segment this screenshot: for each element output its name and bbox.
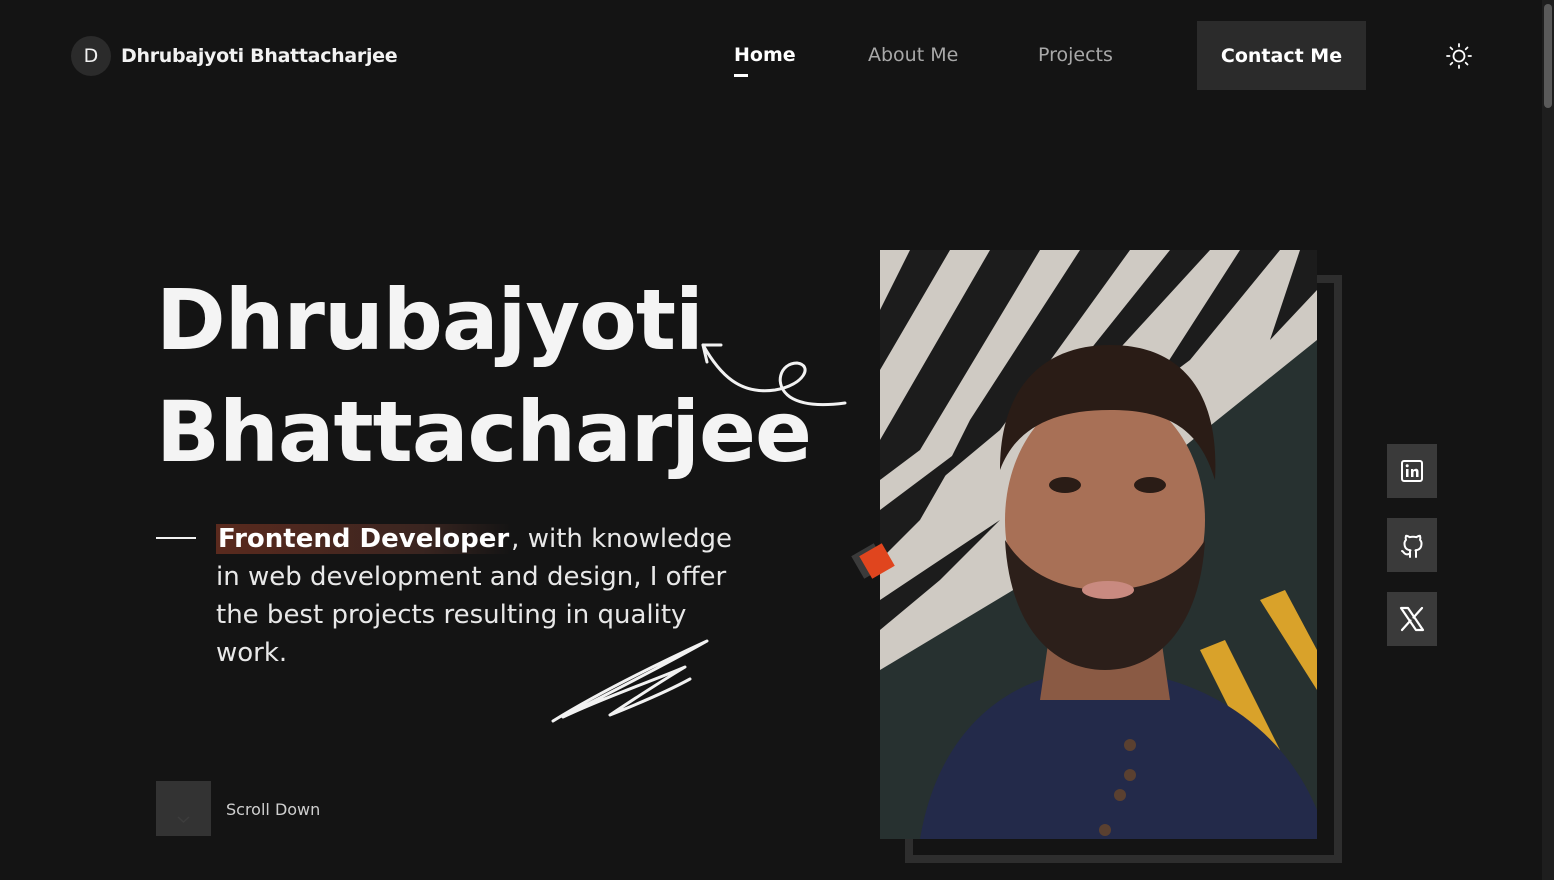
nav-active-indicator xyxy=(734,74,748,77)
x-button[interactable] xyxy=(1387,592,1437,646)
page-scrollbar[interactable] xyxy=(1542,0,1554,880)
scroll-down-label: Scroll Down xyxy=(226,800,321,819)
decorative-scribble xyxy=(551,639,709,723)
nav-about-me[interactable]: About Me xyxy=(868,44,958,66)
sun-icon xyxy=(1446,43,1472,69)
role-highlight: Frontend Developer xyxy=(216,524,512,554)
decorative-arrow xyxy=(701,343,847,407)
scroll-down-button[interactable] xyxy=(156,781,211,836)
linkedin-button[interactable] xyxy=(1387,444,1437,498)
nav-home[interactable]: Home xyxy=(734,44,796,66)
contact-me-button[interactable]: Contact Me xyxy=(1197,21,1366,90)
linkedin-icon xyxy=(1401,460,1423,482)
x-icon xyxy=(1399,606,1425,632)
logo[interactable]: D Dhrubajyoti Bhattacharjee xyxy=(71,36,398,76)
logo-text: Dhrubajyoti Bhattacharjee xyxy=(121,45,398,67)
github-button[interactable] xyxy=(1387,518,1437,572)
description-dash xyxy=(156,537,196,539)
chevron-down-icon xyxy=(177,816,190,824)
scrollbar-thumb[interactable] xyxy=(1544,4,1552,108)
logo-badge: D xyxy=(71,36,111,76)
theme-toggle-button[interactable] xyxy=(1445,42,1473,70)
profile-photo xyxy=(880,250,1317,839)
nav-projects[interactable]: Projects xyxy=(1038,44,1113,66)
github-icon xyxy=(1401,534,1423,558)
decorative-squares xyxy=(851,543,895,579)
